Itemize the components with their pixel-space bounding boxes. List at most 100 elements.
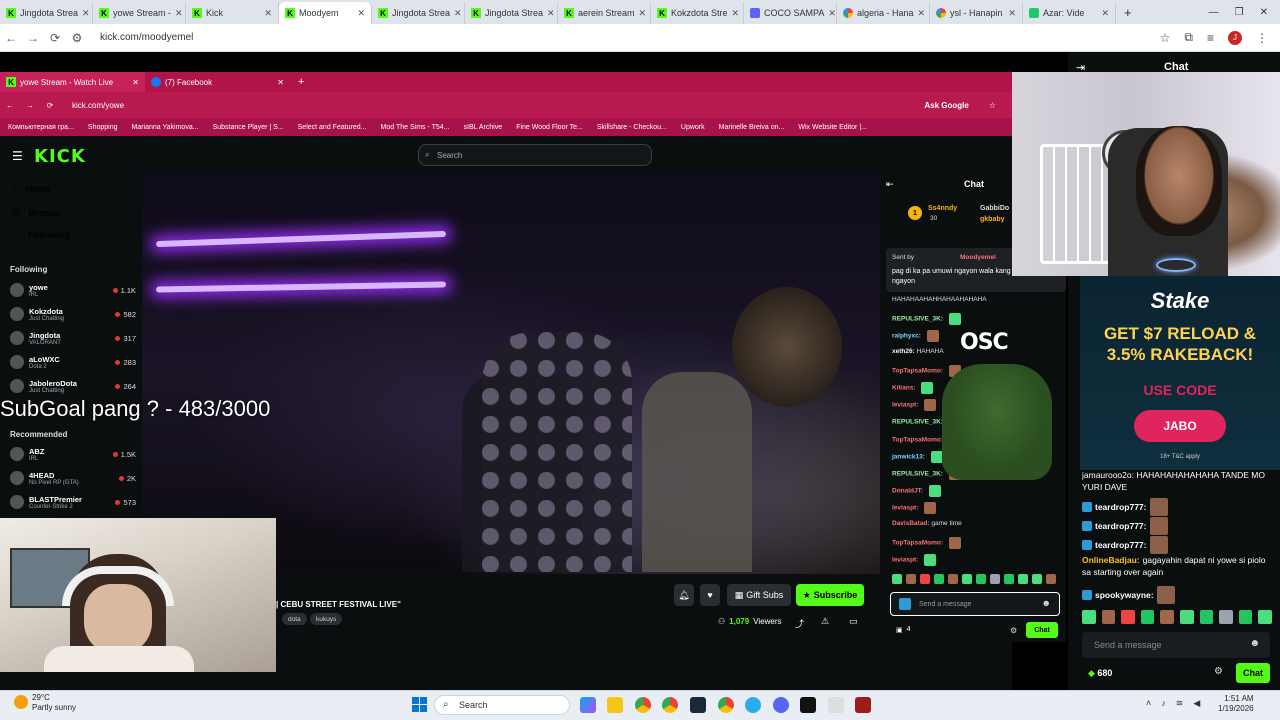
emote-icon[interactable] <box>1004 574 1014 584</box>
profile-avatar[interactable]: J <box>1228 30 1242 45</box>
close-window-icon[interactable]: ✕ <box>1260 7 1268 18</box>
new-tab-icon[interactable]: + <box>1116 5 1140 20</box>
chat-username[interactable]: teardrop777: <box>1095 521 1147 531</box>
back-icon[interactable]: ← <box>0 31 22 45</box>
sidebar-channel[interactable]: JaboleroDota Just Chatting 264 <box>10 375 136 397</box>
inner-tab-facebook[interactable]: (7) Facebook ✕ <box>145 72 290 92</box>
hamburger-menu-icon[interactable]: ☰ <box>12 149 23 163</box>
chat-settings-icon[interactable]: ⚙ <box>1010 626 1017 635</box>
outer-tab[interactable]: ysl - Hanapin ✕ <box>930 2 1023 24</box>
volume-icon[interactable]: ◀ <box>1193 698 1200 709</box>
promo-code-button[interactable]: JABO <box>1134 410 1226 442</box>
kick-search-input[interactable]: ⌕ Search <box>418 144 652 166</box>
site-info-icon[interactable]: ⚙ <box>66 31 88 45</box>
app-icon[interactable] <box>800 697 816 713</box>
outer-tab[interactable]: K Jingdota Strea ✕ <box>372 2 465 24</box>
chat-username[interactable]: TopTapsaMomo: <box>892 436 943 443</box>
notification-bell-icon[interactable]: 🔔︎ <box>674 584 694 606</box>
chrome-icon[interactable] <box>662 697 678 713</box>
close-icon[interactable]: ✕ <box>175 8 183 19</box>
close-icon[interactable]: ✕ <box>1101 8 1109 19</box>
chat-username[interactable]: TopTapsaMomo: <box>892 540 943 547</box>
emote-icon[interactable] <box>1121 610 1135 624</box>
microphone-icon[interactable]: ♪ <box>1161 698 1166 709</box>
outer-tab[interactable]: algeria - Hana ✕ <box>837 2 930 24</box>
bookmark-item[interactable]: Mod The Sims - T54... <box>381 124 450 131</box>
share-icon[interactable]: ⤴ <box>795 617 804 630</box>
taskbar-clock[interactable]: 1:51 AM 1/19/2026 <box>1218 694 1254 714</box>
chat-username[interactable]: REPULSIVE_3K: <box>892 419 943 426</box>
chat-username[interactable]: ralphyxc: <box>892 333 921 340</box>
chat-username[interactable]: xeth26: <box>892 348 915 355</box>
discord-icon[interactable] <box>773 697 789 713</box>
emote-icon[interactable] <box>1179 610 1194 624</box>
chat-username[interactable]: leviaspt: <box>892 505 918 512</box>
chat-username[interactable]: REPULSIVE_3K: <box>892 471 943 478</box>
nav-browse[interactable]: ▤ Browse <box>12 207 61 218</box>
bookmark-item[interactable]: sIBL Archive <box>464 124 503 131</box>
emote-icon[interactable] <box>1018 574 1028 584</box>
emote-icon[interactable] <box>906 574 916 584</box>
media-controls-icon[interactable]: ≡ <box>1207 31 1214 45</box>
outer-tab[interactable]: Azar: Vide ✕ <box>1023 2 1116 24</box>
chat-username[interactable]: DavisBatad: <box>892 520 930 527</box>
steam-icon[interactable] <box>690 697 706 713</box>
sidebar-channel[interactable]: Jingdota VALORANT 317 <box>10 327 136 349</box>
close-icon[interactable]: ✕ <box>132 78 139 87</box>
bookmark-item[interactable]: Select and Featured... <box>298 124 367 131</box>
emoji-icon[interactable]: ☻ <box>1042 598 1051 608</box>
chat-username[interactable]: OnlineBadjau: <box>1082 555 1140 565</box>
overlay-chat-send-button[interactable]: Chat <box>1236 663 1270 683</box>
chat-username[interactable]: teardrop777: <box>1095 502 1147 512</box>
bookmark-item[interactable]: Shopping <box>88 124 118 131</box>
emote-icon[interactable] <box>1258 610 1272 624</box>
outer-tab[interactable]: K Jingdota Strea ✕ <box>465 2 558 24</box>
sidebar-channel[interactable]: BLASTPremier Counter-Strike 2 573 <box>10 491 136 513</box>
close-icon[interactable]: ✕ <box>639 8 647 19</box>
chat-settings-icon[interactable]: ⚙ <box>1214 666 1223 677</box>
emoji-icon[interactable]: ☻ <box>1249 638 1260 649</box>
chevron-up-icon[interactable]: ˄ <box>1146 698 1151 709</box>
close-icon[interactable]: ✕ <box>277 78 284 87</box>
chat-username[interactable]: spookywayne: <box>1095 590 1154 600</box>
taskbar-search[interactable]: ⌕ Search <box>434 695 570 715</box>
video-player[interactable] <box>142 172 880 574</box>
outer-tab[interactable]: K Kick ✕ <box>186 2 279 24</box>
emote-icon[interactable] <box>920 574 930 584</box>
outer-tab[interactable]: K Kokzdota Stre ✕ <box>651 2 744 24</box>
emote-icon[interactable] <box>1101 610 1116 624</box>
nav-following[interactable]: ♡ Following <box>12 229 70 240</box>
back-icon[interactable]: ← <box>0 101 20 110</box>
close-icon[interactable]: ✕ <box>264 8 272 19</box>
inner-url-text[interactable]: kick.com/yowe <box>72 101 124 110</box>
outer-tab[interactable]: K Jingdota Strea ✕ <box>0 2 93 24</box>
maximize-icon[interactable]: ❐ <box>1235 7 1244 18</box>
file-explorer-icon[interactable] <box>607 697 623 713</box>
tag-chip[interactable]: kukuys <box>310 613 343 625</box>
bookmark-star-icon[interactable]: ☆ <box>1160 31 1171 45</box>
emote-icon[interactable] <box>962 574 972 584</box>
theater-mode-icon[interactable]: ▭ <box>849 616 858 627</box>
emote-icon[interactable] <box>1082 610 1096 624</box>
close-icon[interactable]: ✕ <box>828 8 836 19</box>
inner-tab-yowe[interactable]: K yowe Stream - Watch Live ✕ <box>0 72 145 92</box>
emote-icon[interactable] <box>1219 610 1233 624</box>
chat-username[interactable]: REPULSIVE_3K: <box>892 316 943 323</box>
close-icon[interactable]: ✕ <box>357 8 365 19</box>
weather-widget[interactable]: 29°C Partly sunny <box>32 693 76 713</box>
follow-heart-icon[interactable]: ♥ <box>700 584 720 606</box>
emote-icon[interactable] <box>1238 610 1253 624</box>
emote-icon[interactable] <box>990 574 1000 584</box>
close-icon[interactable]: ✕ <box>547 8 555 19</box>
reload-icon[interactable]: ⟳ <box>44 31 66 45</box>
emote-icon[interactable] <box>1032 574 1042 584</box>
chat-username[interactable]: DonaldJT: <box>892 488 923 495</box>
overlay-chat-input[interactable]: Send a message ☻ <box>1082 632 1270 658</box>
forward-icon[interactable]: → <box>22 31 44 45</box>
chat-username[interactable]: janwick13: <box>892 454 925 461</box>
bookmark-item[interactable]: Marinelle Breiva on... <box>719 124 785 131</box>
nav-home[interactable]: ⌂ Home <box>12 184 50 194</box>
chat-username[interactable]: Kilians: <box>892 385 915 392</box>
close-icon[interactable]: ✕ <box>82 8 90 19</box>
subscribe-button[interactable]: ★ Subscribe <box>796 584 864 606</box>
